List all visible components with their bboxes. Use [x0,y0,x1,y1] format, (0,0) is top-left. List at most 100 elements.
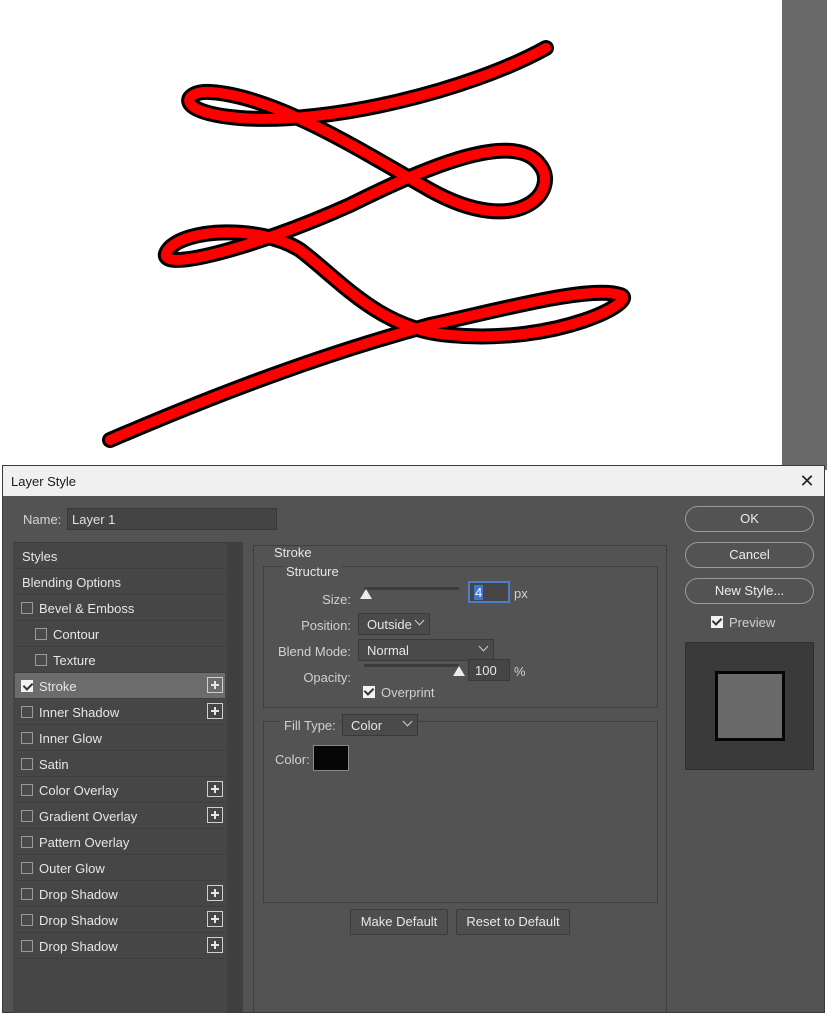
fill-type-dropdown[interactable]: Color [342,714,418,736]
style-checkbox[interactable] [21,602,33,614]
style-item-stroke[interactable]: Stroke [15,673,225,699]
style-checkbox[interactable] [21,732,33,744]
style-preview-thumbnail [685,642,814,770]
chevron-down-icon [478,641,489,652]
style-item-label: Texture [53,653,96,668]
add-instance-icon[interactable] [207,703,223,719]
stroke-section-title: Stroke [274,545,312,560]
close-icon[interactable]: ✕ [796,470,818,492]
name-input[interactable]: Layer 1 [67,508,277,530]
document-canvas[interactable] [0,0,782,470]
opacity-slider-track[interactable] [364,664,459,667]
size-slider-track[interactable] [364,587,459,590]
preview-checkbox[interactable] [711,616,723,628]
overprint-label: Overprint [381,685,435,700]
styles-scrollbar[interactable] [227,543,243,1013]
style-item-label: Satin [39,757,69,772]
style-item-label: Drop Shadow [39,887,118,902]
add-instance-icon[interactable] [207,781,223,797]
name-label: Name: [23,512,62,527]
style-checkbox[interactable] [35,628,47,640]
style-item-gradient-overlay[interactable]: Gradient Overlay [15,803,225,829]
style-item-label: Inner Glow [39,731,102,746]
structure-title: Structure [283,564,342,579]
preview-label: Preview [729,615,776,630]
stroke-color-swatch[interactable] [313,745,349,771]
opacity-unit: % [514,664,526,679]
size-slider-thumb[interactable] [359,589,372,599]
preview-swatch [715,671,785,741]
fill-type-label: Fill Type: [280,718,340,733]
style-item-blending-options[interactable]: Blending Options [15,569,225,595]
color-label: Color: [275,752,310,767]
chevron-down-icon [402,716,413,727]
style-item-label: Inner Shadow [39,705,120,720]
style-checkbox[interactable] [21,680,33,692]
add-instance-icon[interactable] [207,911,223,927]
add-instance-icon[interactable] [207,677,223,693]
opacity-input[interactable]: 100 [468,659,510,681]
make-default-button[interactable]: Make Default [350,909,448,935]
add-instance-icon[interactable] [207,807,223,823]
style-item-drop-shadow[interactable]: Drop Shadow [15,907,225,933]
chevron-down-icon [414,615,425,626]
style-checkbox[interactable] [21,862,33,874]
structure-group [263,566,658,708]
overprint-checkbox[interactable] [363,686,375,698]
opacity-label: Opacity: [303,670,351,685]
blend-mode-label: Blend Mode: [278,644,351,659]
position-dropdown[interactable]: Outside [358,613,430,635]
style-item-label: Styles [22,549,58,564]
style-checkbox[interactable] [21,836,33,848]
style-item-label: Outer Glow [39,861,105,876]
style-checkbox[interactable] [21,706,33,718]
style-checkbox[interactable] [21,810,33,822]
style-item-label: Blending Options [22,575,122,590]
opacity-slider-thumb[interactable] [453,666,465,676]
size-input[interactable]: 4 [468,581,510,603]
style-checkbox[interactable] [21,784,33,796]
style-item-satin[interactable]: Satin [15,751,225,777]
size-label: Size: [322,592,351,607]
style-item-label: Stroke [39,679,77,694]
position-value: Outside [367,617,412,632]
style-item-label: Gradient Overlay [39,809,138,824]
add-instance-icon[interactable] [207,885,223,901]
style-item-pattern-overlay[interactable]: Pattern Overlay [15,829,225,855]
style-checkbox[interactable] [21,888,33,900]
add-instance-icon[interactable] [207,937,223,953]
layer-style-dialog: Layer Style ✕ Name: Layer 1 Styles Blendi… [2,465,825,1013]
style-item-drop-shadow[interactable]: Drop Shadow [15,881,225,907]
style-item-contour[interactable]: Contour [15,621,225,647]
styles-list: Styles Blending Options Bevel & Emboss Cont… [13,542,243,1013]
cancel-button[interactable]: Cancel [685,542,814,568]
fill-type-value: Color [351,718,383,733]
ok-button[interactable]: OK [685,506,814,532]
style-item-outer-glow[interactable]: Outer Glow [15,855,225,881]
style-item-drop-shadow[interactable]: Drop Shadow [15,933,225,959]
style-item-label: Drop Shadow [39,913,118,928]
style-item-bevel-emboss[interactable]: Bevel & Emboss [15,595,225,621]
size-unit: px [514,586,528,601]
stroke-settings-panel: Stroke Structure Size: 4 px Position: Ou… [253,545,667,1013]
style-item-label: Contour [53,627,100,642]
style-checkbox[interactable] [21,914,33,926]
style-checkbox[interactable] [21,758,33,770]
canvas-gutter [782,0,827,470]
position-label: Position: [301,618,351,633]
new-style-button[interactable]: New Style... [685,578,814,604]
style-item-color-overlay[interactable]: Color Overlay [15,777,225,803]
style-item-inner-glow[interactable]: Inner Glow [15,725,225,751]
reset-to-default-button[interactable]: Reset to Default [456,909,570,935]
style-item-inner-shadow[interactable]: Inner Shadow [15,699,225,725]
blend-mode-dropdown[interactable]: Normal [358,639,494,661]
style-item-styles[interactable]: Styles [15,543,225,569]
style-item-texture[interactable]: Texture [15,647,225,673]
dialog-titlebar[interactable]: Layer Style ✕ [3,466,824,496]
style-item-label: Drop Shadow [39,939,118,954]
style-checkbox[interactable] [21,940,33,952]
style-item-label: Bevel & Emboss [39,601,135,616]
style-checkbox[interactable] [35,654,47,666]
style-item-label: Pattern Overlay [39,835,130,850]
stroked-scribble-artwork [102,40,631,448]
